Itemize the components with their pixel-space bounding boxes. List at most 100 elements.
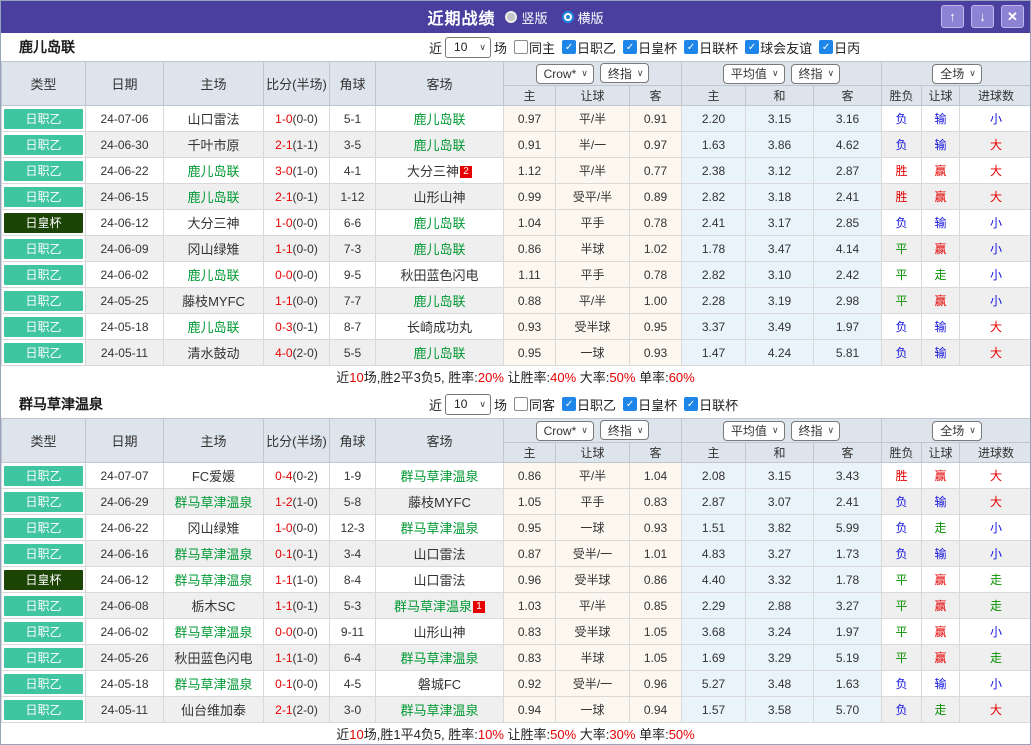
away-team[interactable]: 山口雷法 <box>375 566 504 593</box>
league-checkbox-item[interactable]: ✓ 球会友谊 <box>745 38 812 57</box>
league-checkbox-item[interactable]: ✓ 日皇杯 <box>623 395 677 414</box>
away-team[interactable]: 山口雷法 <box>375 540 504 567</box>
radio-vertical-layout[interactable]: 竖版 <box>505 8 548 27</box>
home-team[interactable]: 栃木SC <box>163 592 264 619</box>
home-team[interactable]: 群马草津温泉 <box>163 618 264 645</box>
away-team[interactable]: 群马草津温泉 1 <box>375 592 504 619</box>
recent-count-select[interactable]: 10 ∨ <box>445 36 492 58</box>
home-team[interactable]: 清水鼓动 <box>163 339 264 366</box>
average-dropdown[interactable]: 平均值 ∨ <box>722 63 785 84</box>
goals-result: 大 <box>959 183 1030 210</box>
average-mode-dropdown[interactable]: 终指 ∨ <box>790 63 841 84</box>
subcol-handicap: 让球 <box>555 442 630 463</box>
away-team[interactable]: 磐城FC <box>375 670 504 697</box>
same-venue-checkbox-item[interactable]: 同主 <box>514 38 555 57</box>
away-team[interactable]: 鹿儿岛联 <box>375 105 504 132</box>
radio-on-icon[interactable] <box>561 11 574 23</box>
league-type-badge: 日职乙 <box>4 621 83 642</box>
home-team[interactable]: 秋田蓝色闪电 <box>163 644 264 671</box>
avg-home-odds: 2.29 <box>681 592 747 619</box>
away-team[interactable]: 鹿儿岛联 <box>375 131 504 158</box>
score-cell: 2-1(1-1) <box>263 131 330 158</box>
away-team[interactable]: 长崎成功丸 <box>375 313 504 340</box>
average-group-header: 平均值 ∨ 终指 ∨ <box>681 61 883 86</box>
away-team[interactable]: 鹿儿岛联 <box>375 287 504 314</box>
average-dropdown[interactable]: 平均值 ∨ <box>722 420 785 441</box>
away-odds: 0.77 <box>628 157 683 184</box>
close-button[interactable]: ✕ <box>1001 5 1024 28</box>
checkbox-icon[interactable]: ✓ <box>745 40 760 54</box>
league-checkbox-item[interactable]: ✓ 日联杯 <box>684 38 738 57</box>
checkbox-icon[interactable]: ✓ <box>684 397 699 411</box>
checkbox-icon[interactable]: ✓ <box>819 40 834 54</box>
away-team[interactable]: 群马草津温泉 <box>375 462 504 489</box>
home-team[interactable]: 群马草津温泉 <box>163 488 264 515</box>
scope-dropdown[interactable]: 全场 ∨ <box>932 63 982 84</box>
bookmaker-dropdown[interactable]: Crow* ∨ <box>535 420 594 441</box>
bookmaker-dropdown[interactable]: Crow* ∨ <box>535 63 594 84</box>
home-team[interactable]: 千叶市原 <box>163 131 264 158</box>
bookmaker-mode-dropdown[interactable]: 终指 ∨ <box>599 63 650 84</box>
home-team[interactable]: 仙台维加泰 <box>163 696 264 723</box>
away-team[interactable]: 鹿儿岛联 <box>375 235 504 262</box>
recent-count-select[interactable]: 10 ∨ <box>445 393 492 415</box>
home-team[interactable]: 鹿儿岛联 <box>163 313 264 340</box>
home-team[interactable]: 大分三神 <box>163 209 264 236</box>
average-mode-dropdown[interactable]: 终指 ∨ <box>790 420 841 441</box>
home-team[interactable]: 鹿儿岛联 <box>163 157 264 184</box>
home-team[interactable]: 冈山绿雉 <box>163 514 264 541</box>
radio-horizontal-layout[interactable]: 横版 <box>561 8 604 27</box>
away-team[interactable]: 山形山神 <box>375 618 504 645</box>
halftime-score: (0-1) <box>292 319 318 334</box>
handicap-line: 半球 <box>555 235 630 262</box>
home-team[interactable]: 鹿儿岛联 <box>163 183 264 210</box>
checkbox-icon[interactable]: ✓ <box>623 40 638 54</box>
scope-dropdown[interactable]: 全场 ∨ <box>932 420 982 441</box>
move-up-button[interactable]: ↑ <box>941 5 964 28</box>
bookmaker-mode-dropdown[interactable]: 终指 ∨ <box>599 420 650 441</box>
league-checkbox-item[interactable]: ✓ 日联杯 <box>684 395 738 414</box>
home-team[interactable]: 群马草津温泉 <box>163 670 264 697</box>
summary-segment: 30% <box>609 727 636 742</box>
away-team[interactable]: 群马草津温泉 <box>375 696 504 723</box>
summary-segment: 场,胜2平3负5, 胜率: <box>363 370 478 385</box>
home-team[interactable]: 藤枝MYFC <box>163 287 264 314</box>
league-checkbox-item[interactable]: ✓ 日皇杯 <box>623 38 677 57</box>
home-team[interactable]: 冈山绿雉 <box>163 235 264 262</box>
handicap-result: 输 <box>921 313 961 340</box>
checkbox-icon[interactable]: ✓ <box>623 397 638 411</box>
league-checkbox-item[interactable]: ✓ 日职乙 <box>562 38 616 57</box>
away-team[interactable]: 大分三神 2 <box>375 157 504 184</box>
away-team[interactable]: 藤枝MYFC <box>375 488 504 515</box>
away-team[interactable]: 群马草津温泉 <box>375 514 504 541</box>
league-type-cell: 日职乙 <box>1 488 86 515</box>
handicap-line: 受半球 <box>555 618 630 645</box>
league-checkbox-item[interactable]: ✓ 日职乙 <box>562 395 616 414</box>
league-checkbox-item[interactable]: ✓ 日丙 <box>819 38 860 57</box>
checkbox-icon[interactable]: ✓ <box>684 40 699 54</box>
checkbox-icon[interactable] <box>514 40 529 54</box>
away-team[interactable]: 群马草津温泉 <box>375 644 504 671</box>
away-team[interactable]: 鹿儿岛联 <box>375 339 504 366</box>
league-type-cell: 日职乙 <box>1 235 86 262</box>
radio-off-icon[interactable] <box>505 11 518 23</box>
home-odds: 0.86 <box>503 462 556 489</box>
home-team[interactable]: FC爱媛 <box>163 462 264 489</box>
away-team[interactable]: 鹿儿岛联 <box>375 209 504 236</box>
col-away: 客场 <box>375 418 504 463</box>
move-down-button[interactable]: ↓ <box>971 5 994 28</box>
home-team[interactable]: 鹿儿岛联 <box>163 261 264 288</box>
away-team[interactable]: 山形山神 <box>375 183 504 210</box>
checkbox-icon[interactable]: ✓ <box>562 40 577 54</box>
league-type-badge: 日职乙 <box>4 673 83 694</box>
home-team[interactable]: 群马草津温泉 <box>163 566 264 593</box>
checkbox-icon[interactable] <box>514 397 529 411</box>
away-team[interactable]: 秋田蓝色闪电 <box>375 261 504 288</box>
same-venue-checkbox-item[interactable]: 同客 <box>514 395 555 414</box>
home-team[interactable]: 山口雷法 <box>163 105 264 132</box>
same-venue-label: 同客 <box>529 397 556 413</box>
halftime-score: (2-0) <box>292 345 318 360</box>
fulltime-score: 1-0 <box>275 520 293 535</box>
checkbox-icon[interactable]: ✓ <box>562 397 577 411</box>
home-team[interactable]: 群马草津温泉 <box>163 540 264 567</box>
